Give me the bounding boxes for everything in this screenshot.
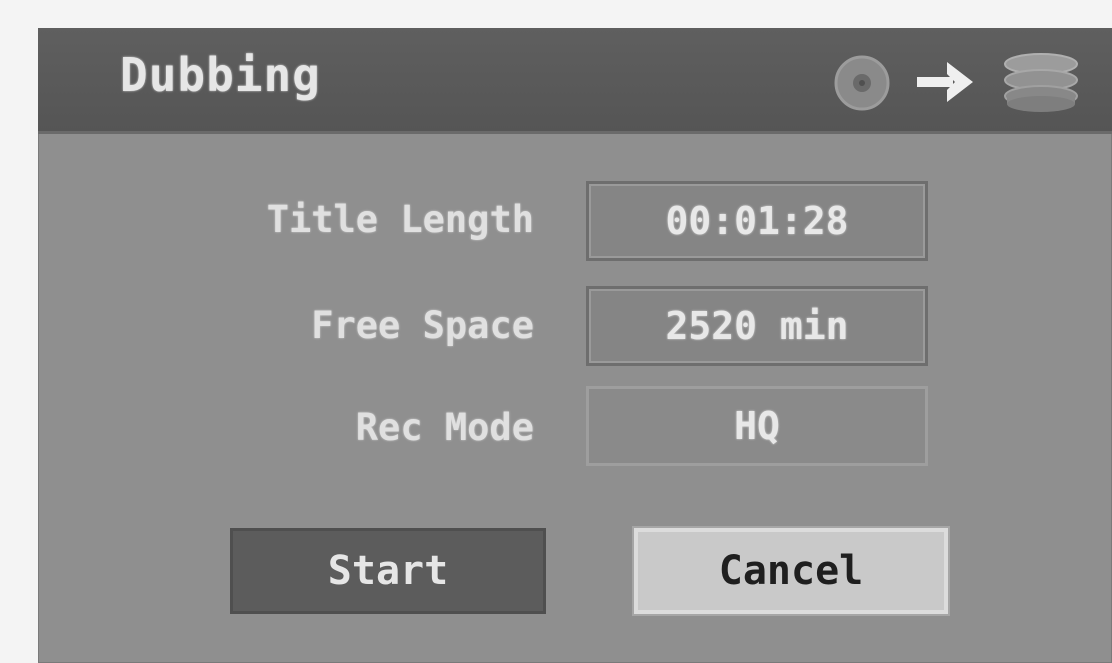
- arrow-right-icon: [917, 62, 973, 102]
- disc-icon: [834, 55, 890, 111]
- dialog-title: Dubbing: [120, 48, 321, 102]
- free-space-value: 2520 min: [586, 286, 928, 366]
- dubbing-dialog: Dubbing Title Length 00:01:28 Free Space: [38, 28, 1112, 663]
- free-space-label: Free Space: [311, 304, 534, 347]
- title-length-label: Title Length: [266, 198, 534, 241]
- rec-mode-label: Rec Mode: [355, 406, 534, 449]
- cancel-button[interactable]: Cancel: [634, 528, 948, 614]
- title-length-value: 00:01:28: [586, 181, 928, 261]
- dubbing-direction-icons: [833, 52, 1093, 112]
- rec-mode-value[interactable]: HQ: [586, 386, 928, 466]
- start-button[interactable]: Start: [230, 528, 546, 614]
- dialog-titlebar: Dubbing: [38, 28, 1112, 134]
- hard-disk-icon: [1004, 53, 1078, 112]
